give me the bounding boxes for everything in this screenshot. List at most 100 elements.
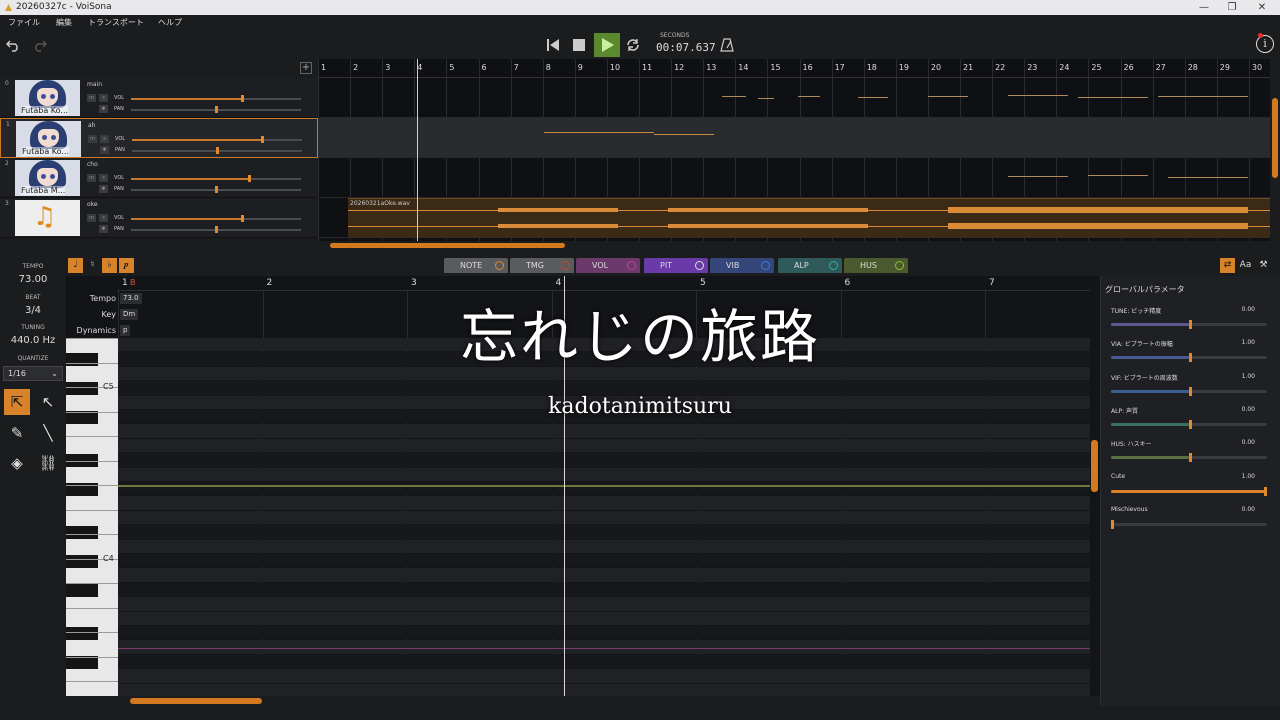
- track-settings-icon[interactable]: ✱: [99, 225, 108, 233]
- range-select-tool-icon[interactable]: ↖: [35, 389, 61, 415]
- eye-icon[interactable]: [627, 261, 636, 270]
- rewind-button[interactable]: [546, 38, 560, 52]
- font-icon[interactable]: Aa: [1238, 258, 1253, 273]
- key-track-icon[interactable]: ♭: [102, 258, 117, 273]
- track-settings-icon[interactable]: ✱: [99, 185, 108, 193]
- vol-slider[interactable]: [131, 215, 301, 222]
- mute-button[interactable]: m: [87, 174, 96, 182]
- param-value[interactable]: 0.00: [1242, 306, 1255, 313]
- solo-button[interactable]: s: [99, 94, 108, 102]
- eye-icon[interactable]: [829, 261, 838, 270]
- eye-icon[interactable]: [495, 261, 504, 270]
- param-slider[interactable]: [1111, 519, 1267, 529]
- vol-slider[interactable]: [131, 175, 301, 182]
- tab-vol[interactable]: VOL: [576, 258, 640, 273]
- param-slider-knob[interactable]: [1189, 419, 1192, 429]
- arrangement-lane-cho[interactable]: [318, 158, 1270, 198]
- solo-button[interactable]: s: [99, 174, 108, 182]
- param-slider-knob[interactable]: [1111, 519, 1114, 529]
- tab-pit[interactable]: PIT: [644, 258, 708, 273]
- param-slider-knob[interactable]: [1189, 453, 1192, 463]
- arrangement-view[interactable]: 1 2 3 4 5 6 7 8 9 10 11 12 13 14 15 16 17 18 19 20 21 22 23 24 2…: [318, 59, 1270, 241]
- editor-vscrollbar[interactable]: [1090, 340, 1100, 590]
- track-row[interactable]: 1 Futaba Ko... ah m s ✱ VOL PAN: [0, 118, 318, 158]
- mute-button[interactable]: m: [88, 135, 97, 143]
- menu-help[interactable]: ヘルプ: [158, 15, 182, 31]
- select-tool-icon[interactable]: ⇱: [4, 389, 30, 415]
- condition-value[interactable]: Dm: [120, 309, 139, 320]
- mute-button[interactable]: m: [87, 214, 96, 222]
- pan-slider[interactable]: [131, 186, 301, 193]
- play-button[interactable]: [594, 33, 620, 57]
- quantize-select[interactable]: 1/16 ⌄: [3, 366, 63, 381]
- eye-icon[interactable]: [695, 261, 704, 270]
- close-button[interactable]: ✕: [1250, 0, 1274, 15]
- arrangement-ruler[interactable]: 1 2 3 4 5 6 7 8 9 10 11 12 13 14 15 16 17 18 19 20 21 22 23 24 2…: [318, 59, 1270, 78]
- tuning-value[interactable]: 440.0 Hz: [0, 335, 66, 346]
- tempo-value[interactable]: 73.00: [0, 274, 66, 285]
- param-value[interactable]: 1.00: [1242, 473, 1255, 480]
- param-slider-knob[interactable]: [1189, 320, 1192, 329]
- pan-slider[interactable]: [131, 226, 301, 233]
- beat-track-icon[interactable]: ♮: [85, 258, 100, 273]
- param-slider[interactable]: [1111, 419, 1267, 429]
- param-slider-knob[interactable]: [1189, 386, 1192, 396]
- black-key[interactable]: [66, 353, 98, 367]
- piano-keyboard[interactable]: C5 C4: [66, 338, 118, 696]
- solo-button[interactable]: s: [99, 214, 108, 222]
- tempo-track-icon[interactable]: ♩: [68, 258, 83, 273]
- maximize-button[interactable]: ❐: [1220, 0, 1244, 15]
- param-slider-knob[interactable]: [1264, 486, 1267, 496]
- black-key[interactable]: [66, 555, 98, 568]
- arrangement-lane-ah[interactable]: [318, 118, 1270, 158]
- editor-hscrollbar[interactable]: [66, 696, 1100, 706]
- note-grid[interactable]: [118, 338, 1090, 696]
- swap-icon[interactable]: ⇄: [1220, 258, 1235, 273]
- black-key[interactable]: [66, 526, 98, 540]
- beat-value[interactable]: 3/4: [0, 305, 66, 316]
- param-value[interactable]: 0.00: [1242, 406, 1255, 413]
- track-settings-icon[interactable]: ✱: [99, 105, 108, 113]
- pitch-curve[interactable]: [118, 485, 1090, 487]
- param-value[interactable]: 0.00: [1242, 506, 1255, 513]
- black-key[interactable]: [66, 583, 98, 597]
- param-slider-knob[interactable]: [1189, 353, 1192, 363]
- tab-tmg[interactable]: TMG: [510, 258, 574, 273]
- mute-button[interactable]: m: [87, 94, 96, 102]
- link-tool-icon[interactable]: ⛓: [35, 450, 61, 476]
- black-key[interactable]: [66, 655, 98, 669]
- arrangement-lane-main[interactable]: [318, 78, 1270, 118]
- param-slider[interactable]: [1111, 386, 1267, 396]
- arrangement-lane-oke[interactable]: 20260321aOke.wav: [318, 198, 1270, 238]
- track-row[interactable]: 2 Futaba M... cho m s ✱ VOL PAN: [0, 158, 318, 198]
- param-slider[interactable]: [1111, 353, 1267, 363]
- menu-transport[interactable]: トランスポート: [88, 15, 144, 31]
- track-settings-icon[interactable]: ✱: [100, 146, 109, 154]
- eye-icon[interactable]: [895, 261, 904, 270]
- param-value[interactable]: 0.00: [1242, 439, 1255, 446]
- add-track-button[interactable]: +: [300, 62, 312, 74]
- redo-icon[interactable]: [33, 38, 47, 52]
- loop-icon[interactable]: [626, 38, 640, 52]
- black-key[interactable]: [66, 411, 98, 424]
- menu-file[interactable]: ファイル: [8, 15, 40, 31]
- tab-vib[interactable]: VIB: [710, 258, 774, 273]
- track-row[interactable]: 3 ♫ oke m s ✱ VOL PAN: [0, 198, 318, 238]
- wrench-icon[interactable]: ⚒: [1256, 258, 1271, 273]
- eraser-tool-icon[interactable]: ◈: [4, 450, 30, 476]
- dynamics-track-icon[interactable]: 𝆏: [119, 258, 134, 273]
- param-value[interactable]: 1.00: [1242, 373, 1255, 380]
- arrangement-vscrollbar[interactable]: [1270, 78, 1280, 241]
- editor-ruler[interactable]: 1 2 3 4 5 6 7 B: [118, 276, 1090, 291]
- line-tool-icon[interactable]: ╲: [35, 420, 61, 446]
- vol-slider[interactable]: [131, 95, 301, 102]
- minimize-button[interactable]: —: [1192, 0, 1216, 15]
- eye-icon[interactable]: [761, 261, 770, 270]
- vol-slider[interactable]: [132, 136, 302, 143]
- stop-button[interactable]: [573, 39, 585, 51]
- pencil-tool-icon[interactable]: ✎: [4, 420, 30, 446]
- pan-slider[interactable]: [132, 147, 302, 154]
- black-key[interactable]: [66, 382, 98, 396]
- tab-hus[interactable]: HUS: [844, 258, 908, 273]
- condition-value[interactable]: p: [120, 325, 131, 336]
